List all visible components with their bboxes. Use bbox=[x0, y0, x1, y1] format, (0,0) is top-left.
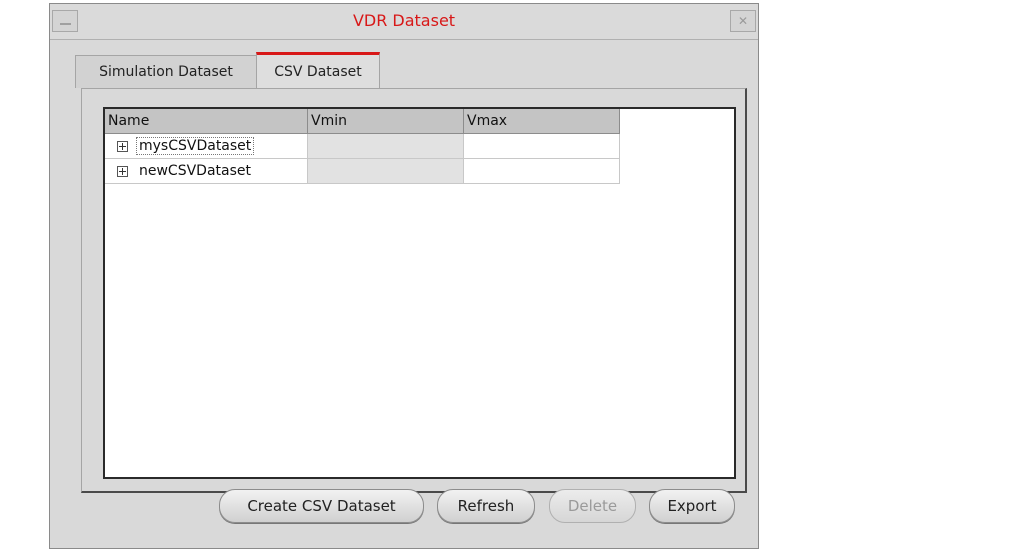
table-row[interactable]: newCSVDataset bbox=[105, 159, 620, 184]
title-bar[interactable]: VDR Dataset ✕ bbox=[50, 4, 758, 40]
close-icon: ✕ bbox=[737, 14, 749, 28]
export-button[interactable]: Export bbox=[649, 489, 735, 523]
create-csv-dataset-button[interactable]: Create CSV Dataset bbox=[219, 489, 424, 523]
expand-plus-icon[interactable] bbox=[117, 140, 128, 152]
table-row[interactable]: mysCSVDataset bbox=[105, 134, 620, 159]
table-header: Name Vmin Vmax bbox=[105, 109, 620, 134]
tab-simulation-dataset[interactable]: Simulation Dataset bbox=[75, 55, 257, 88]
column-header-vmin[interactable]: Vmin bbox=[308, 109, 464, 134]
dataset-name: mysCSVDataset bbox=[136, 137, 255, 155]
vmax-cell bbox=[464, 159, 620, 184]
vdr-dataset-window: VDR Dataset ✕ Simulation Dataset CSV Dat… bbox=[49, 3, 759, 549]
delete-button[interactable]: Delete bbox=[549, 489, 636, 523]
name-cell[interactable]: newCSVDataset bbox=[105, 159, 308, 184]
csv-dataset-panel: Name Vmin Vmax mysCSVDataset newCSVDatas… bbox=[81, 88, 747, 493]
dataset-table: Name Vmin Vmax mysCSVDataset newCSVDatas… bbox=[103, 107, 736, 479]
vmin-cell bbox=[308, 159, 464, 184]
column-header-name[interactable]: Name bbox=[105, 109, 308, 134]
name-cell[interactable]: mysCSVDataset bbox=[105, 134, 308, 159]
vmax-cell bbox=[464, 134, 620, 159]
expand-plus-icon[interactable] bbox=[117, 165, 128, 177]
window-title: VDR Dataset bbox=[352, 11, 456, 30]
vmin-cell bbox=[308, 134, 464, 159]
tab-csv-dataset[interactable]: CSV Dataset bbox=[256, 52, 380, 89]
close-button[interactable]: ✕ bbox=[730, 10, 756, 32]
dataset-name: newCSVDataset bbox=[139, 163, 251, 179]
column-header-vmax[interactable]: Vmax bbox=[464, 109, 620, 134]
refresh-button[interactable]: Refresh bbox=[437, 489, 535, 523]
